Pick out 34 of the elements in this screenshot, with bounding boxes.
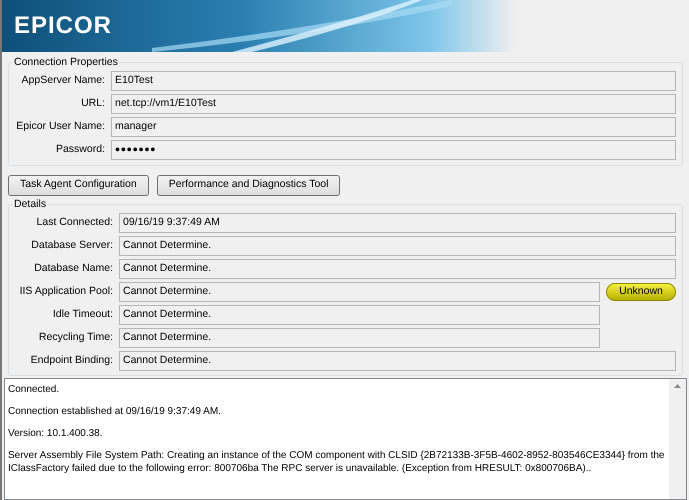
log-message: Connected. [8,382,60,396]
logo: EPICOR [14,11,112,41]
input-field[interactable]: Cannot Determine. [119,350,676,370]
input-field[interactable]: manager [111,116,676,137]
field-label: Epicor User Name: [15,118,105,134]
field-label: URL: [80,96,105,111]
input-field[interactable]: Cannot Determine. [119,328,600,348]
field-label: AppServer Name: [20,72,105,88]
input-field[interactable]: Cannot Determine. [119,282,600,302]
scrollbar[interactable] [669,378,686,499]
field-label: IIS Application Pool: [18,284,113,299]
group-title: Details [13,196,48,212]
input-field[interactable]: net.tcp://vm1/E10Test [111,94,676,114]
field-label: Database Name: [33,260,113,276]
input-field[interactable]: Cannot Determine. [119,304,600,324]
toolbar-button[interactable]: Task Agent Configuration [8,174,149,196]
input-field[interactable]: Cannot Determine. [119,258,676,278]
field-label: Endpoint Binding: [30,352,113,368]
log-message: Version: 10.1.400.38. [8,426,104,440]
field-label: Idle Timeout: [52,306,113,322]
field-label: Recycling Time: [38,330,113,345]
field-label: Database Server: [30,238,113,253]
input-field[interactable]: 09/16/19 9:37:49 AM [119,212,676,232]
log-message: Server Assembly File System Path: Creating an instance of the COM component with CLSID {2B72133B-3F5B-4602-8952-803546CE3344} from the IClassFactory failed due to the following error: 800706ba The RPC server is unavailable. (Exception from HRESULT: 0x800706BA).. [8,448,666,474]
password-field[interactable]: ••••••• [111,140,676,160]
log-message: Connection established at 09/16/19 9:37:49 AM. [8,404,222,418]
toolbar-button[interactable]: Performance and Diagnostics Tool [156,174,340,196]
input-field[interactable]: Cannot Determine. [119,236,676,256]
scroll-up-icon[interactable] [674,384,681,388]
input-field[interactable]: E10Test [111,70,676,91]
status-button[interactable]: Unknown [606,282,676,300]
group-title: Connection Properties [13,55,119,70]
field-label: Last Connected: [36,214,113,230]
field-label: Password: [54,142,105,157]
